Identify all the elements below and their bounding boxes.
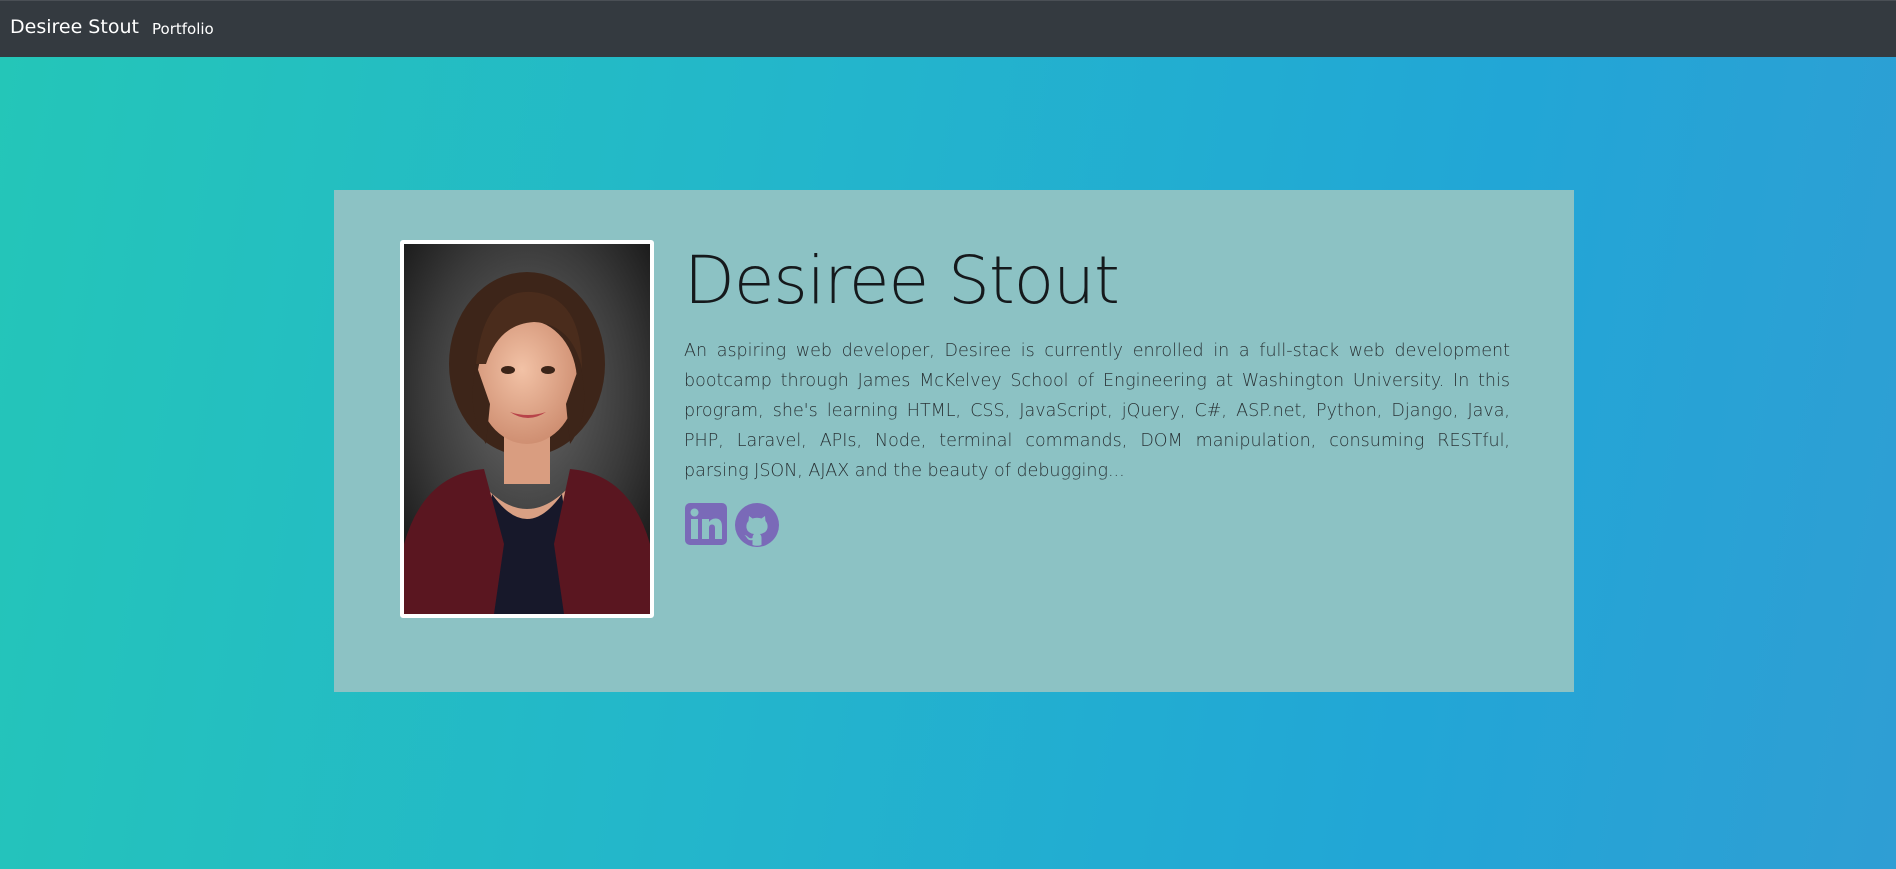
nav-link-portfolio[interactable]: Portfolio xyxy=(152,22,214,37)
profile-name: Desiree Stout xyxy=(684,242,1120,319)
profile-bio: An aspiring web developer, Desiree is cu… xyxy=(684,341,1510,481)
github-icon xyxy=(735,503,779,547)
social-links xyxy=(684,502,780,548)
linkedin-link[interactable] xyxy=(684,502,730,548)
navbar-brand[interactable]: Desiree Stout xyxy=(10,18,139,37)
profile-card: Desiree Stout An aspiring web developer,… xyxy=(334,190,1574,692)
linkedin-icon xyxy=(685,503,727,545)
top-navbar: Desiree Stout Portfolio xyxy=(0,0,1896,57)
portrait-image xyxy=(404,244,650,614)
profile-photo xyxy=(400,240,654,618)
github-link[interactable] xyxy=(734,502,780,548)
